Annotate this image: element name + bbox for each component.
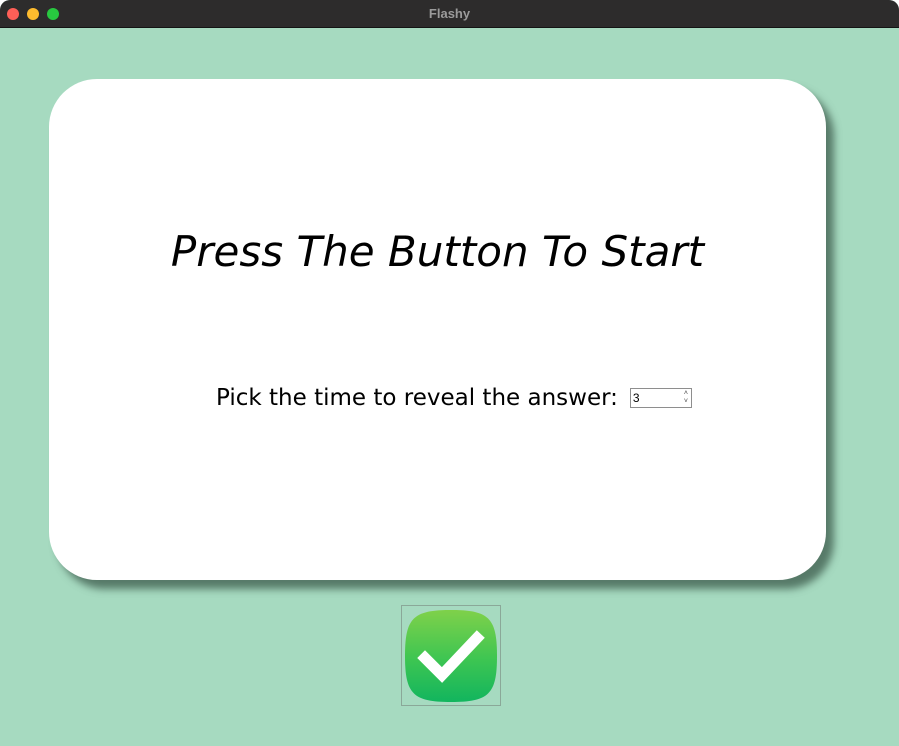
timer-label: Pick the time to reveal the answer: [216,385,618,411]
flashcard: Press The Button To Start Pick the time … [49,79,826,580]
timer-row: Pick the time to reveal the answer: ˄ ˅ [216,384,692,412]
checkmark-icon [405,609,497,702]
spin-up-icon[interactable]: ˄ [682,390,690,398]
spin-down-icon[interactable]: ˅ [682,398,690,406]
start-button[interactable] [401,605,501,706]
title-bar: Flashy [0,0,899,28]
spinbox-arrows[interactable]: ˄ ˅ [682,390,690,406]
card-prompt: Press The Button To Start [170,227,705,276]
window-title: Flashy [428,6,471,21]
reveal-time-spinbox[interactable]: ˄ ˅ [629,388,692,408]
app-window: Flashy Press The Button To Start Pick th… [0,0,899,746]
reveal-time-input[interactable] [632,390,677,406]
